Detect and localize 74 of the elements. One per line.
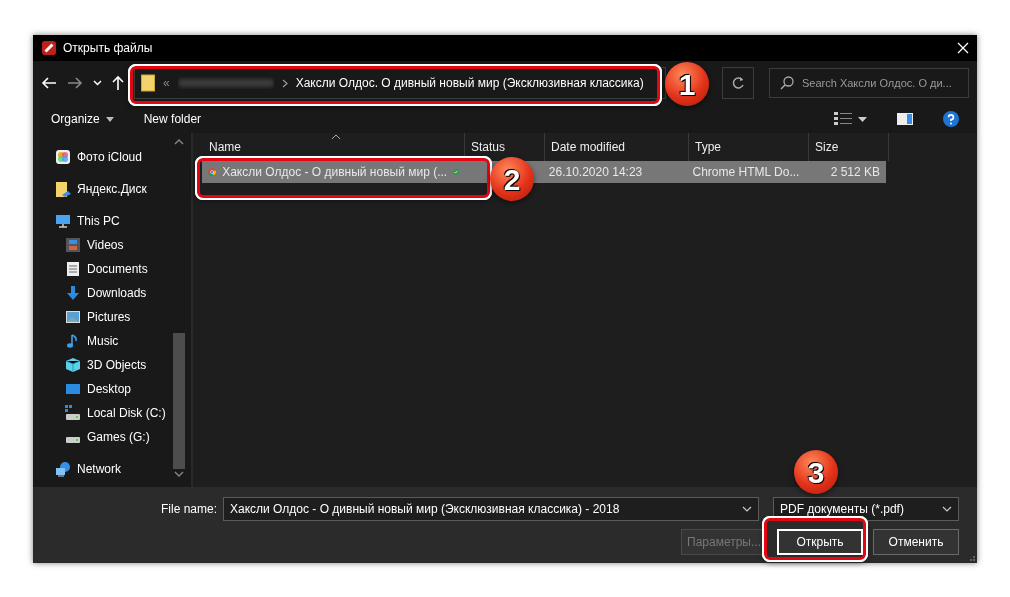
disk-drive-icon [65, 405, 81, 421]
help-icon [943, 111, 959, 127]
overflow-chevron[interactable]: « [163, 74, 170, 92]
view-options-button[interactable] [834, 112, 867, 126]
new-folder-button[interactable]: New folder [143, 110, 202, 128]
sidebar-item[interactable]: Documents [33, 257, 191, 281]
sidebar-item[interactable]: 3D Objects [33, 353, 191, 377]
search-field[interactable]: Search Хаксли Олдос. О ди... [802, 69, 958, 97]
browser-file-icon [208, 165, 217, 179]
desktop-icon [65, 381, 81, 397]
computer-icon [55, 213, 71, 229]
caret-icon [858, 116, 867, 122]
back-button[interactable] [41, 76, 57, 90]
sidebar-item[interactable]: Фото iCloud [33, 145, 191, 169]
folder-icon [141, 74, 155, 92]
sidebar-item[interactable]: Network [33, 457, 191, 481]
up-arrow-icon [112, 75, 124, 91]
forward-arrow-icon [67, 76, 83, 90]
cancel-button[interactable]: Отменить [873, 529, 959, 555]
chevron-down-icon [742, 506, 752, 512]
chevron-down-icon [93, 80, 102, 86]
close-button[interactable] [957, 42, 969, 54]
file-name-field[interactable]: Хаксли Олдос - О дивный новый мир (Эксклюзивная классика) - 2018 [223, 497, 759, 521]
window-title: Открыть файлы [63, 40, 154, 57]
network-icon [55, 461, 71, 477]
up-button[interactable] [112, 75, 124, 91]
sidebar-item[interactable]: This PC [33, 209, 191, 233]
photos-icon [55, 149, 71, 165]
type-cell-text: Chrome HTML Do... [691, 164, 801, 181]
address-bar[interactable]: « Хаксли Олдос. О дивный новый мир (Эксклюзивная классика) [134, 67, 666, 99]
forward-button[interactable] [67, 76, 83, 90]
sidebar-item[interactable]: Яндекс.Диск [33, 177, 191, 201]
scroll-up-icon [174, 139, 184, 145]
sidebar-item[interactable]: Pictures [33, 305, 191, 329]
preview-pane-icon [897, 113, 913, 125]
cloud-drive-icon [55, 181, 71, 197]
search-box[interactable]: Search Хаксли Олдос. О ди... [769, 68, 969, 98]
sidebar-item[interactable]: Desktop [33, 377, 191, 401]
document-icon [65, 261, 81, 277]
date-cell-text: 26.10.2020 14:23 [547, 164, 644, 181]
close-icon [957, 42, 969, 54]
file-name-label: File name: [160, 501, 217, 518]
picture-icon [65, 309, 81, 325]
refresh-icon [731, 76, 745, 90]
scroll-down-icon [174, 471, 184, 477]
details-view-icon [834, 112, 852, 126]
preview-pane-button[interactable] [897, 113, 913, 125]
caret-icon [105, 116, 114, 122]
cube-icon [65, 357, 81, 373]
file-type-dropdown[interactable]: PDF документы (*.pdf) [773, 497, 959, 521]
sidebar-item[interactable]: Games (G:) [33, 425, 191, 449]
disk-drive-icon [65, 436, 81, 444]
search-icon [780, 76, 794, 90]
refresh-button[interactable] [722, 67, 754, 99]
recent-locations-button[interactable] [93, 80, 102, 86]
sidebar-item[interactable]: Videos [33, 233, 191, 257]
size-cell-text: 2 512 KB [829, 164, 881, 181]
organize-menu[interactable]: Organize [51, 110, 114, 128]
open-button[interactable]: Открыть [777, 529, 863, 555]
download-arrow-icon [65, 285, 81, 301]
sidebar-item[interactable]: Music [33, 329, 191, 353]
scrollbar-thumb[interactable] [173, 333, 185, 469]
sort-ascending-icon [331, 134, 341, 140]
sidebar-item[interactable]: Downloads [33, 281, 191, 305]
chevron-down-icon [942, 506, 952, 512]
video-icon [65, 237, 81, 253]
breadcrumb-separator-icon [281, 78, 288, 88]
app-icon [41, 40, 57, 56]
resize-grip-icon [967, 553, 975, 561]
file-name: Хаксли Олдос - О дивный новый мир (... [222, 164, 448, 181]
sidebar-item[interactable]: Local Disk (C:) [33, 401, 191, 425]
breadcrumb-folder[interactable]: Хаксли Олдос. О дивный новый мир (Эксклюзивная классика) [295, 74, 644, 92]
back-arrow-icon [41, 76, 57, 90]
help-button[interactable] [943, 111, 959, 127]
